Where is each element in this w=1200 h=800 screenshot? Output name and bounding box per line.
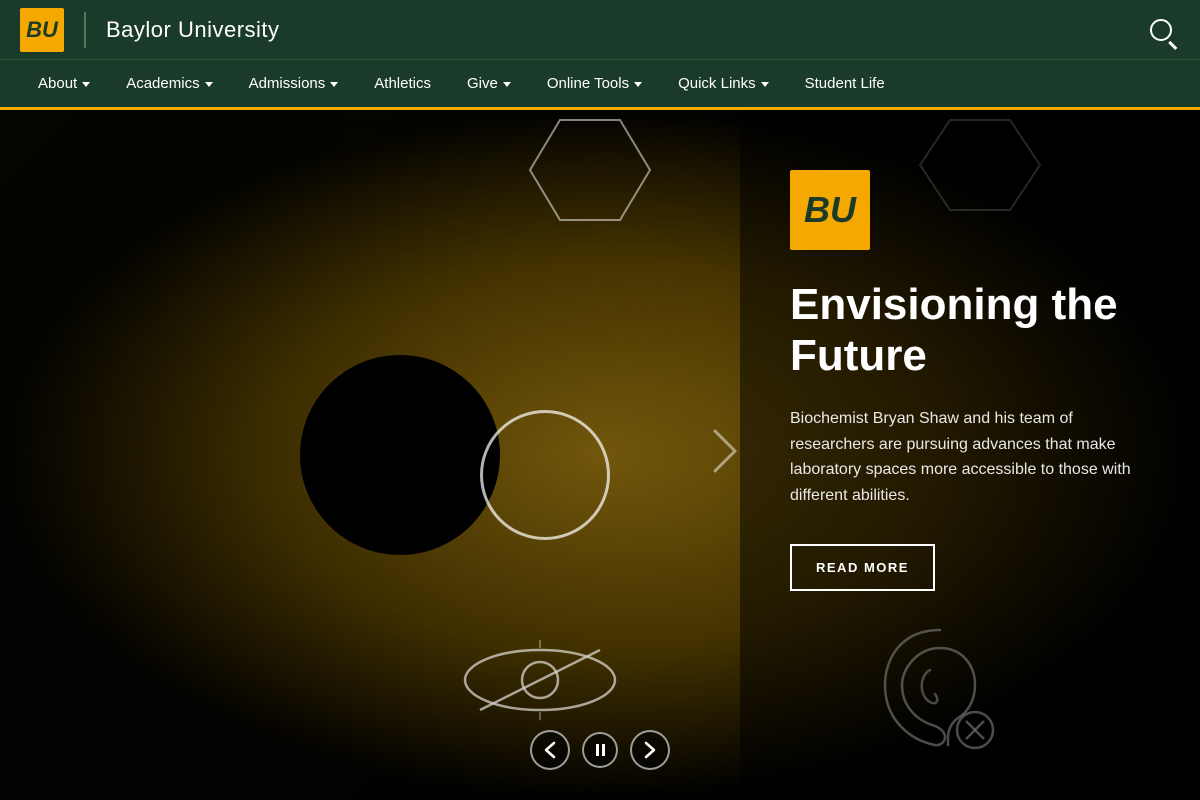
nav-label-student-life: Student Life	[805, 75, 885, 92]
eye-icon-overlay	[460, 640, 620, 720]
nav-item-student-life[interactable]: Student Life	[787, 59, 903, 109]
chevron-down-icon	[82, 82, 90, 87]
hero-section: BU Envisioning the Future Biochemist Bry…	[0, 110, 1200, 800]
site-header: BU Baylor University	[0, 0, 1200, 60]
pause-bar-right	[602, 744, 605, 756]
hero-badge-initials: BU	[804, 189, 856, 231]
prev-slide-button[interactable]	[530, 730, 570, 770]
nav-item-athletics[interactable]: Athletics	[356, 59, 449, 109]
hero-content-panel: BU Envisioning the Future Biochemist Bry…	[740, 110, 1200, 800]
read-more-button[interactable]: READ MORE	[790, 544, 935, 591]
slide-controls	[530, 730, 670, 770]
nav-label-academics: Academics	[126, 75, 199, 92]
logo-badge: BU	[20, 8, 64, 52]
logo-divider	[84, 12, 86, 48]
hero-title: Envisioning the Future	[790, 280, 1150, 381]
search-button[interactable]	[1142, 11, 1180, 49]
pause-bar-left	[596, 744, 599, 756]
next-arrow-icon	[644, 741, 656, 759]
nav-item-admissions[interactable]: Admissions	[231, 59, 357, 109]
chevron-down-icon	[205, 82, 213, 87]
chevron-down-icon	[634, 82, 642, 87]
nav-item-online-tools[interactable]: Online Tools	[529, 59, 660, 109]
main-nav: About Academics Admissions Athletics Giv…	[0, 60, 1200, 110]
logo-initials: BU	[26, 17, 58, 43]
nav-item-about[interactable]: About	[20, 59, 108, 109]
nav-item-give[interactable]: Give	[449, 59, 529, 109]
chevron-down-icon	[503, 82, 511, 87]
nav-label-admissions: Admissions	[249, 75, 326, 92]
nav-label-give: Give	[467, 75, 498, 92]
search-icon	[1150, 19, 1172, 41]
hero-logo-badge: BU	[790, 170, 870, 250]
university-name: Baylor University	[106, 17, 280, 43]
nav-item-quick-links[interactable]: Quick Links	[660, 59, 787, 109]
prev-arrow-icon	[544, 741, 556, 759]
chevron-down-icon	[761, 82, 769, 87]
nav-label-online-tools: Online Tools	[547, 75, 629, 92]
hero-description: Biochemist Bryan Shaw and his team of re…	[790, 406, 1150, 508]
chevron-down-icon	[330, 82, 338, 87]
nav-item-academics[interactable]: Academics	[108, 59, 230, 109]
next-slide-button[interactable]	[630, 730, 670, 770]
circle-icon-overlay	[480, 410, 610, 540]
pause-slide-button[interactable]	[582, 732, 618, 768]
nav-label-athletics: Athletics	[374, 75, 431, 92]
nav-label-quick-links: Quick Links	[678, 75, 756, 92]
logo-area: BU Baylor University	[20, 8, 280, 52]
nav-label-about: About	[38, 75, 77, 92]
